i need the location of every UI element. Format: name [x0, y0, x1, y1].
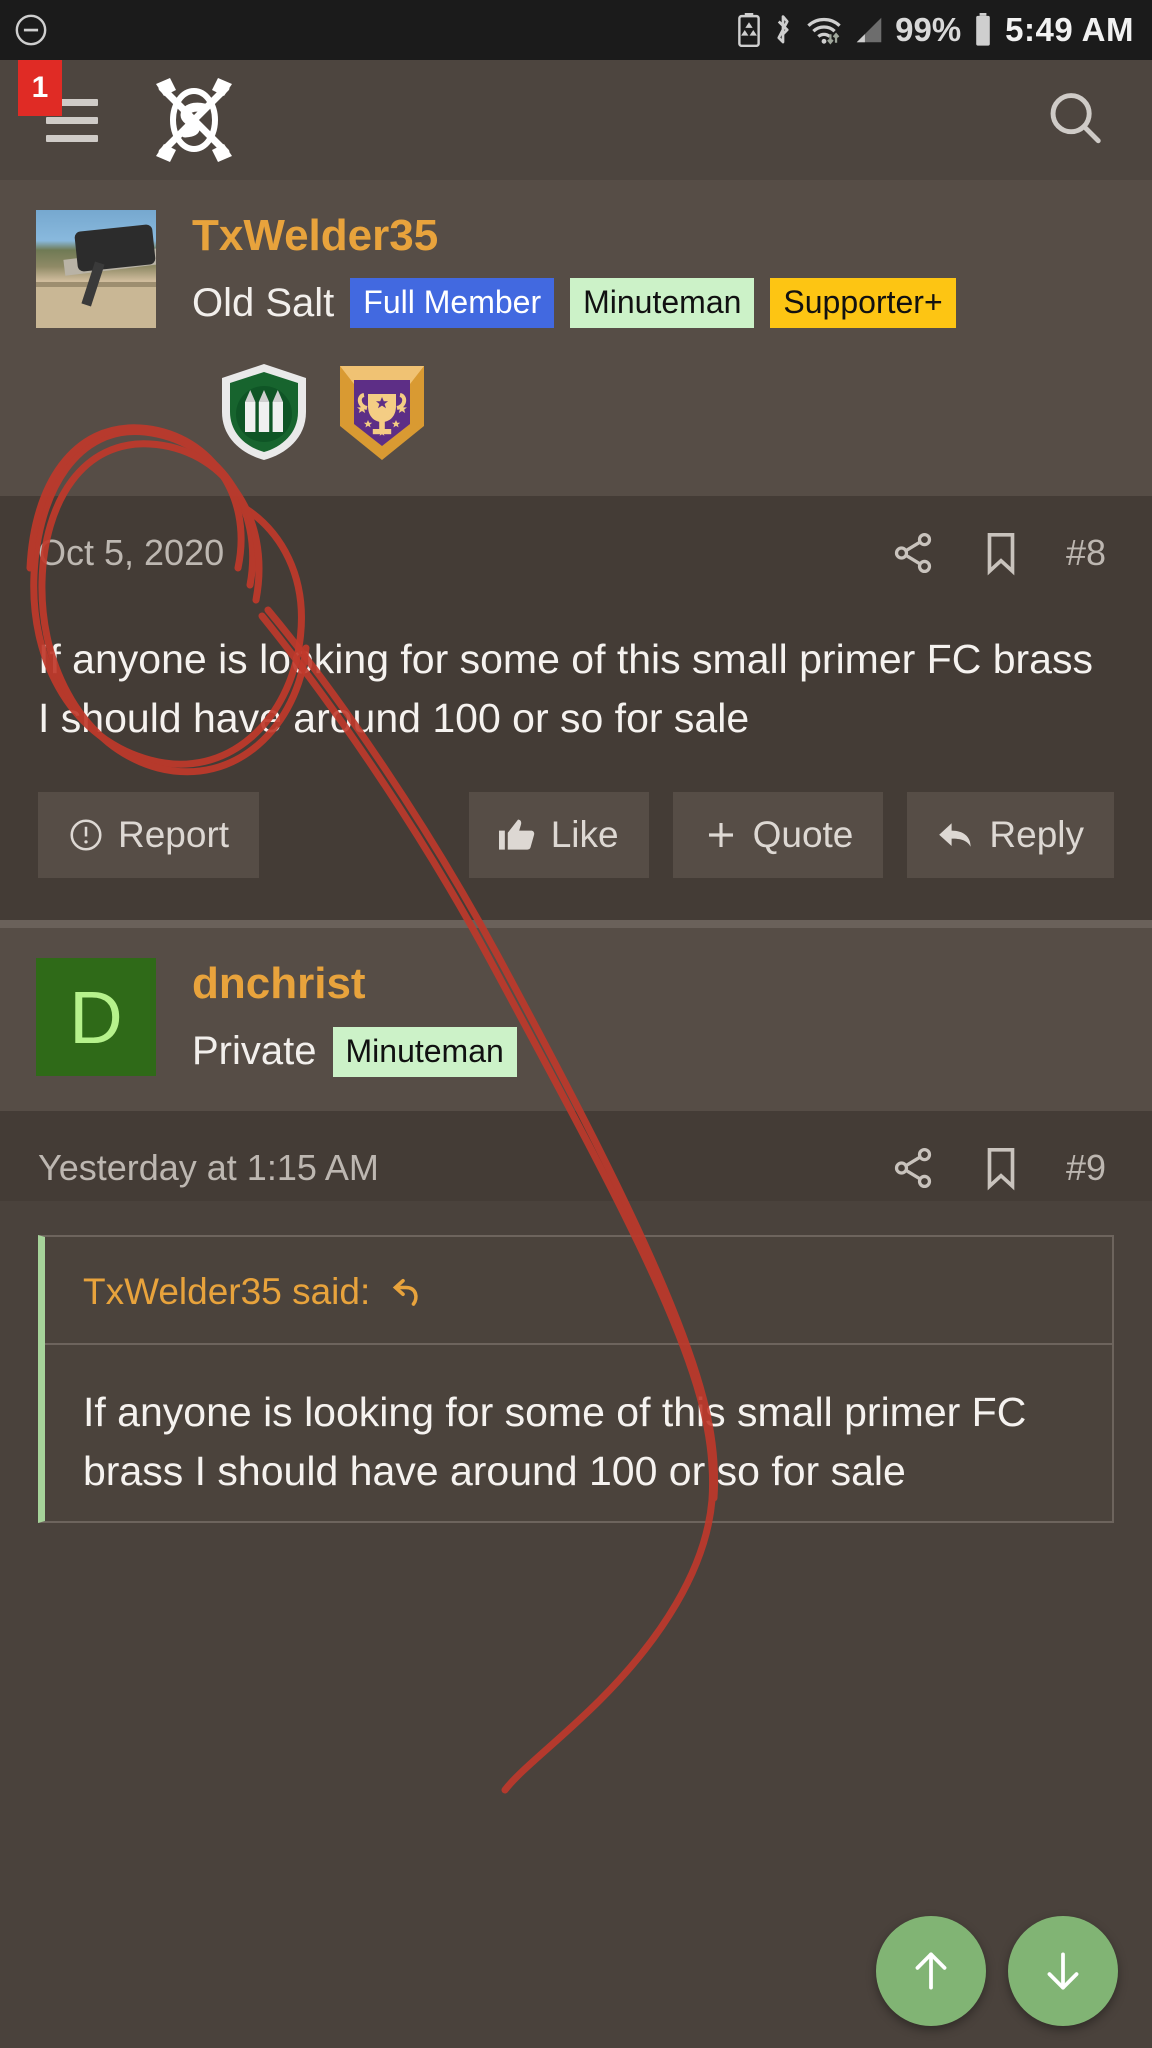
trophy-shield-badge-icon — [336, 362, 428, 462]
status-bar-left — [14, 13, 48, 47]
author-info: dnchrist Private Minuteman — [192, 958, 1116, 1077]
post-number-label[interactable]: #9 — [1066, 1147, 1106, 1189]
post-author-row: TxWelder35 Old Salt Full Member Minutema… — [0, 210, 1152, 329]
post-meta-row: Oct 5, 2020 #8 — [38, 530, 1114, 586]
status-bar-right: 99% 5:49 AM — [737, 11, 1134, 49]
badge-minuteman: Minuteman — [332, 1026, 517, 1077]
warning-circle-icon — [68, 817, 104, 853]
cell-signal-icon — [854, 13, 884, 47]
quote-block: TxWelder35 said: If anyone is looking fo… — [38, 1234, 1114, 1523]
notification-badge[interactable]: 1 — [18, 60, 62, 116]
badge-full-member: Full Member — [350, 278, 555, 329]
sniper-hide-logo-icon[interactable] — [144, 70, 244, 170]
quote-button-label: Quote — [752, 814, 854, 856]
like-button-label: Like — [550, 814, 619, 856]
author-info: TxWelder35 Old Salt Full Member Minutema… — [192, 210, 1116, 329]
badge-supporter-plus: Supporter+ — [770, 278, 956, 329]
arrow-up-icon — [906, 1946, 956, 1996]
plus-icon — [703, 817, 739, 853]
jump-to-quote-icon[interactable] — [388, 1274, 424, 1310]
bookmark-icon[interactable] — [980, 530, 1022, 576]
post-header-txwelder35: TxWelder35 Old Salt Full Member Minutema… — [0, 180, 1152, 497]
forum-app-bar: 1 — [0, 60, 1152, 180]
wifi-icon — [805, 13, 843, 47]
post-date-label[interactable]: Oct 5, 2020 — [38, 532, 224, 574]
author-title-row: Old Salt Full Member Minuteman Supporter… — [192, 278, 1116, 329]
arrow-down-icon — [1038, 1946, 1088, 1996]
post-meta-icons: #9 — [890, 1145, 1114, 1191]
author-rank-label: Old Salt — [192, 280, 335, 325]
android-status-bar: 99% 5:49 AM — [0, 0, 1152, 60]
report-button-label: Report — [118, 814, 230, 856]
forum-app-screen: 99% 5:49 AM 1 TxWelder35 Old Salt Full M… — [0, 0, 1152, 2048]
post-header-dnchrist: D dnchrist Private Minuteman — [0, 928, 1152, 1111]
share-icon[interactable] — [890, 1145, 936, 1191]
avatar[interactable] — [36, 210, 156, 328]
quote-author-label: TxWelder35 said: — [83, 1270, 371, 1312]
battery-percent-label: 99% — [895, 11, 962, 48]
scroll-to-bottom-button[interactable] — [1008, 1916, 1118, 2026]
bluetooth-icon — [772, 13, 794, 47]
scroll-fab-group — [876, 1916, 1118, 2026]
like-button[interactable]: Like — [468, 792, 649, 879]
author-username[interactable]: dnchrist — [192, 960, 1116, 1009]
quote-header[interactable]: TxWelder35 said: — [45, 1237, 1112, 1343]
reply-button-label: Reply — [989, 814, 1084, 856]
post-meta-row: Yesterday at 1:15 AM #9 — [38, 1145, 1114, 1201]
author-title-row: Private Minuteman — [192, 1026, 1116, 1077]
minus-circle-icon — [14, 13, 48, 47]
post-date-label[interactable]: Yesterday at 1:15 AM — [38, 1147, 379, 1189]
author-username[interactable]: TxWelder35 — [192, 211, 1116, 260]
reply-arrow-icon — [937, 817, 975, 853]
post-actions-row: Report Like Quote Reply — [38, 748, 1114, 920]
author-trophy-row — [0, 328, 1152, 462]
thumbs-up-icon — [498, 817, 537, 853]
bookmark-icon[interactable] — [980, 1145, 1022, 1191]
quote-button[interactable]: Quote — [672, 792, 884, 879]
post-meta-icons: #8 — [890, 530, 1114, 576]
ammo-shield-badge-icon — [218, 362, 310, 462]
post-author-row: D dnchrist Private Minuteman — [0, 958, 1152, 1077]
post-text: If anyone is looking for some of this sm… — [38, 636, 1093, 742]
scroll-to-top-button[interactable] — [876, 1916, 986, 2026]
battery-full-icon — [972, 13, 994, 47]
share-icon[interactable] — [890, 530, 936, 576]
clock-label: 5:49 AM — [1005, 11, 1134, 48]
post-number-label[interactable]: #8 — [1066, 532, 1106, 574]
avatar[interactable]: D — [36, 958, 156, 1077]
post-divider — [0, 920, 1152, 929]
post-body-9: Yesterday at 1:15 AM #9 — [0, 1110, 1152, 1201]
author-rank-label: Private — [192, 1029, 317, 1074]
reply-button[interactable]: Reply — [907, 792, 1114, 879]
battery-saver-icon — [737, 13, 761, 47]
post-body-8: Oct 5, 2020 #8 If anyone is looking for … — [0, 496, 1152, 921]
search-icon[interactable] — [1044, 87, 1106, 154]
report-button[interactable]: Report — [38, 792, 260, 879]
quote-text: If anyone is looking for some of this sm… — [83, 1388, 1027, 1494]
badge-minuteman: Minuteman — [570, 278, 755, 329]
